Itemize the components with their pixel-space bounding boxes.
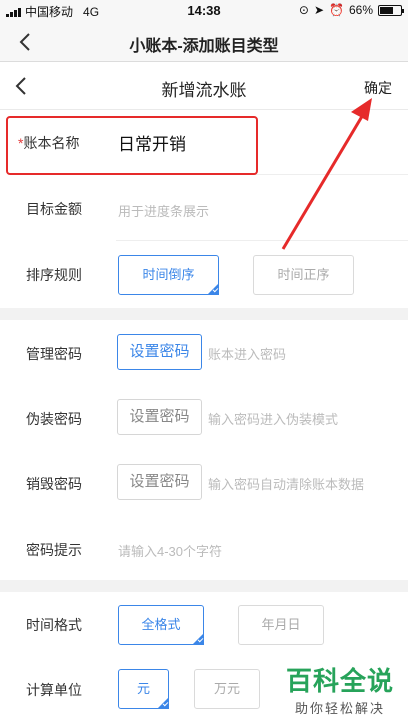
set-manage-password-button[interactable]: 设置密码 [117,334,202,370]
target-amount-input[interactable]: 用于进度条展示 [118,201,209,220]
section-separator [0,580,408,592]
rotation-lock-icon: ⊙ [298,3,309,17]
manage-password-hint: 账本进入密码 [208,347,287,362]
sort-asc-label: 时间正序 [277,267,330,282]
password-hint-label: 密码提示 [26,542,82,558]
unit-yuan-option[interactable]: 元 [118,669,169,709]
sort-rule-row: 排序规则 时间倒序 时间正序 [0,242,408,308]
alarm-icon: ⏰ [329,3,344,17]
battery-fill [380,6,394,14]
full-format-option[interactable]: 全格式 [118,605,204,645]
password-hint-input[interactable]: 请输入4-30个字符 [118,541,222,560]
outer-nav-bar: 小账本-添加账目类型 [0,22,408,62]
watermark-logo: 百科全说 助你轻松解决 [286,661,394,717]
sort-desc-option[interactable]: 时间倒序 [118,255,219,295]
watermark-slogan: 助你轻松解决 [294,701,385,716]
target-amount-row: 目标金额 用于进度条展示 [0,176,408,242]
inner-nav-bar: 新增流水账 确定 [0,62,408,110]
sort-asc-option[interactable]: 时间正序 [253,255,354,295]
confirm-button[interactable]: 确定 [364,78,392,98]
battery-percent: 66% [348,3,373,17]
sort-rule-label: 排序规则 [26,267,82,283]
full-format-label: 全格式 [141,617,181,632]
unit-label: 计算单位 [26,682,82,698]
unit-yuan-label: 元 [136,681,150,696]
ymd-format-option[interactable]: 年月日 [238,605,324,645]
time-format-row: 时间格式 全格式 年月日 [0,592,408,658]
sort-desc-label: 时间倒序 [142,267,195,282]
destroy-password-hint: 输入密码自动清除账本数据 [208,477,365,492]
selected-check-icon [157,697,169,709]
battery-icon [378,4,404,16]
target-amount-label: 目标金额 [26,201,82,217]
destroy-password-row: 销毁密码 设置密码 输入密码自动清除账本数据 [0,450,408,516]
location-icon: ➤ [313,3,325,17]
manage-password-row: 管理密码 设置密码 账本进入密码 [0,320,408,386]
manage-password-label: 管理密码 [26,346,82,362]
time-format-label: 时间格式 [26,617,82,633]
divider [116,240,408,241]
status-right: ⊙ ➤ ⏰ 66% [298,3,404,17]
page-title: 新增流水账 [161,81,247,100]
fake-password-row: 伪装密码 设置密码 输入密码进入伪装模式 [0,384,408,450]
destroy-password-label: 销毁密码 [26,476,82,492]
set-destroy-password-button[interactable]: 设置密码 [117,464,202,500]
section-separator [0,308,408,320]
set-fake-password-button[interactable]: 设置密码 [117,399,202,435]
unit-wanyuan-label: 万元 [213,681,240,696]
ymd-format-label: 年月日 [261,617,301,632]
watermark-brand: 百科全说 [285,666,394,696]
fake-password-hint: 输入密码进入伪装模式 [208,412,339,427]
selected-check-icon [192,633,204,645]
fake-password-label: 伪装密码 [26,411,82,427]
outer-nav-title: 小账本-添加账目类型 [129,38,279,55]
status-bar: 中国移动 4G 14:38 ⊙ ➤ ⏰ 66% [0,0,408,22]
highlight-box [6,116,258,175]
selected-check-icon [207,283,219,295]
password-hint-row: 密码提示 请输入4-30个字符 [0,516,408,582]
unit-wanyuan-option[interactable]: 万元 [194,669,260,709]
